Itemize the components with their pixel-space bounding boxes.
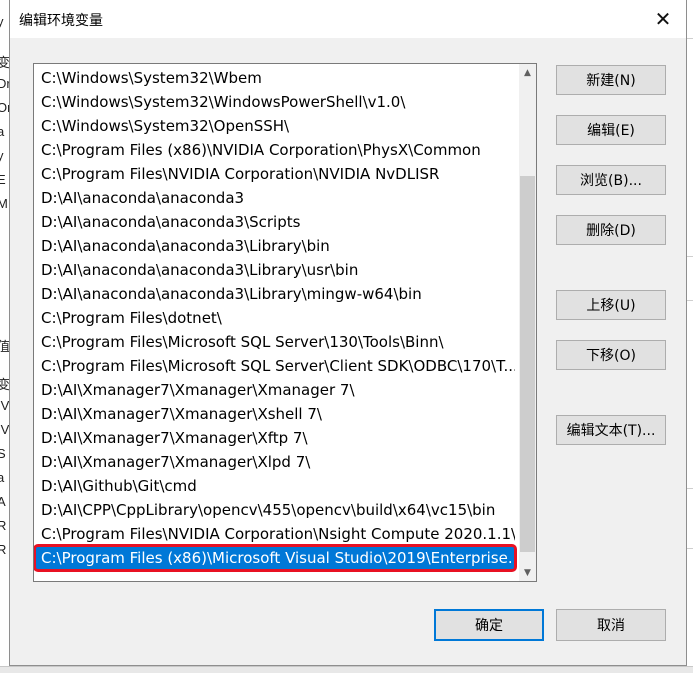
list-item[interactable]: C:\Program Files\NVIDIA Corporation\NVID… [35,162,515,186]
list-item-selected[interactable]: C:\Program Files (x86)\Microsoft Visual … [34,544,517,572]
vertical-scrollbar[interactable]: ▲ ▼ [519,64,536,581]
delete-button[interactable]: 删除(D) [556,215,666,245]
bg-fragment: y [0,148,4,163]
bg-fragment: y [0,14,4,29]
list-item[interactable]: D:\AI\Xmanager7\Xmanager\Xshell 7\ [35,402,515,426]
edit-text-button[interactable]: 编辑文本(T)... [556,415,666,445]
scroll-up-arrow-icon[interactable]: ▲ [519,64,536,81]
list-item[interactable]: D:\AI\Xmanager7\Xmanager\Xmanager 7\ [35,378,515,402]
list-item[interactable]: D:\AI\anaconda\anaconda3 [35,186,515,210]
list-item[interactable]: C:\Program Files (x86)\NVIDIA Corporatio… [35,138,515,162]
list-item[interactable]: C:\Windows\System32\OpenSSH\ [35,114,515,138]
bg-fragment: S [0,446,6,461]
move-up-button[interactable]: 上移(U) [556,290,666,320]
list-item[interactable]: D:\AI\Xmanager7\Xmanager\Xftp 7\ [35,426,515,450]
ok-button[interactable]: 确定 [434,609,544,641]
list-item[interactable]: D:\AI\anaconda\anaconda3\Library\usr\bin [35,258,515,282]
bg-fragment: R [0,542,6,557]
bg-fragment: IV [0,398,10,413]
bg-fragment: a [0,124,4,139]
bg-fragment: R [0,518,6,533]
bg-fragment: M [0,196,8,211]
dialog-title: 编辑环境变量 [19,13,103,29]
bg-fragment: A [0,494,6,509]
list-item[interactable]: C:\Windows\System32\WindowsPowerShell\v1… [35,90,515,114]
bg-fragment: IV [0,422,10,437]
list-item[interactable]: C:\Program Files\NVIDIA Corporation\Nsig… [35,522,515,546]
list-item[interactable]: D:\AI\anaconda\anaconda3\Library\mingw-w… [35,282,515,306]
list-item[interactable]: C:\Program Files\Microsoft SQL Server\Cl… [35,354,515,378]
scroll-thumb[interactable] [520,176,535,552]
list-item[interactable]: D:\AI\anaconda\anaconda3\Scripts [35,210,515,234]
edit-env-variable-dialog: 编辑环境变量 ✕ C:\Windows\System32\Wbem C:\Wind… [9,0,687,666]
close-icon: ✕ [654,7,672,31]
move-down-button[interactable]: 下移(O) [556,340,666,370]
list-item[interactable]: D:\AI\Xmanager7\Xmanager\Xlpd 7\ [35,450,515,474]
path-list: C:\Windows\System32\Wbem C:\Windows\Syste… [34,66,517,572]
cancel-button[interactable]: 取消 [556,609,666,641]
edit-button[interactable]: 编辑(E) [556,115,666,145]
list-item[interactable]: D:\AI\anaconda\anaconda3\Library\bin [35,234,515,258]
background-window-right [686,0,693,672]
close-button[interactable]: ✕ [640,0,686,38]
bg-fragment: a [0,470,4,485]
browse-button[interactable]: 浏览(B)... [556,165,666,195]
new-button[interactable]: 新建(N) [556,65,666,95]
list-item[interactable]: C:\Program Files\Microsoft SQL Server\13… [35,330,515,354]
bg-fragment: E [0,172,6,187]
list-item[interactable]: C:\Program Files\dotnet\ [35,306,515,330]
path-list-box[interactable]: C:\Windows\System32\Wbem C:\Windows\Syste… [33,63,537,582]
list-item[interactable]: D:\AI\CPP\CppLibrary\opencv\455\opencv\b… [35,498,515,522]
list-item[interactable]: C:\Windows\System32\Wbem [35,66,515,90]
title-bar: 编辑环境变量 ✕ [10,0,686,38]
list-item[interactable]: D:\AI\Github\Git\cmd [35,474,515,498]
scroll-down-arrow-icon[interactable]: ▼ [519,564,536,581]
